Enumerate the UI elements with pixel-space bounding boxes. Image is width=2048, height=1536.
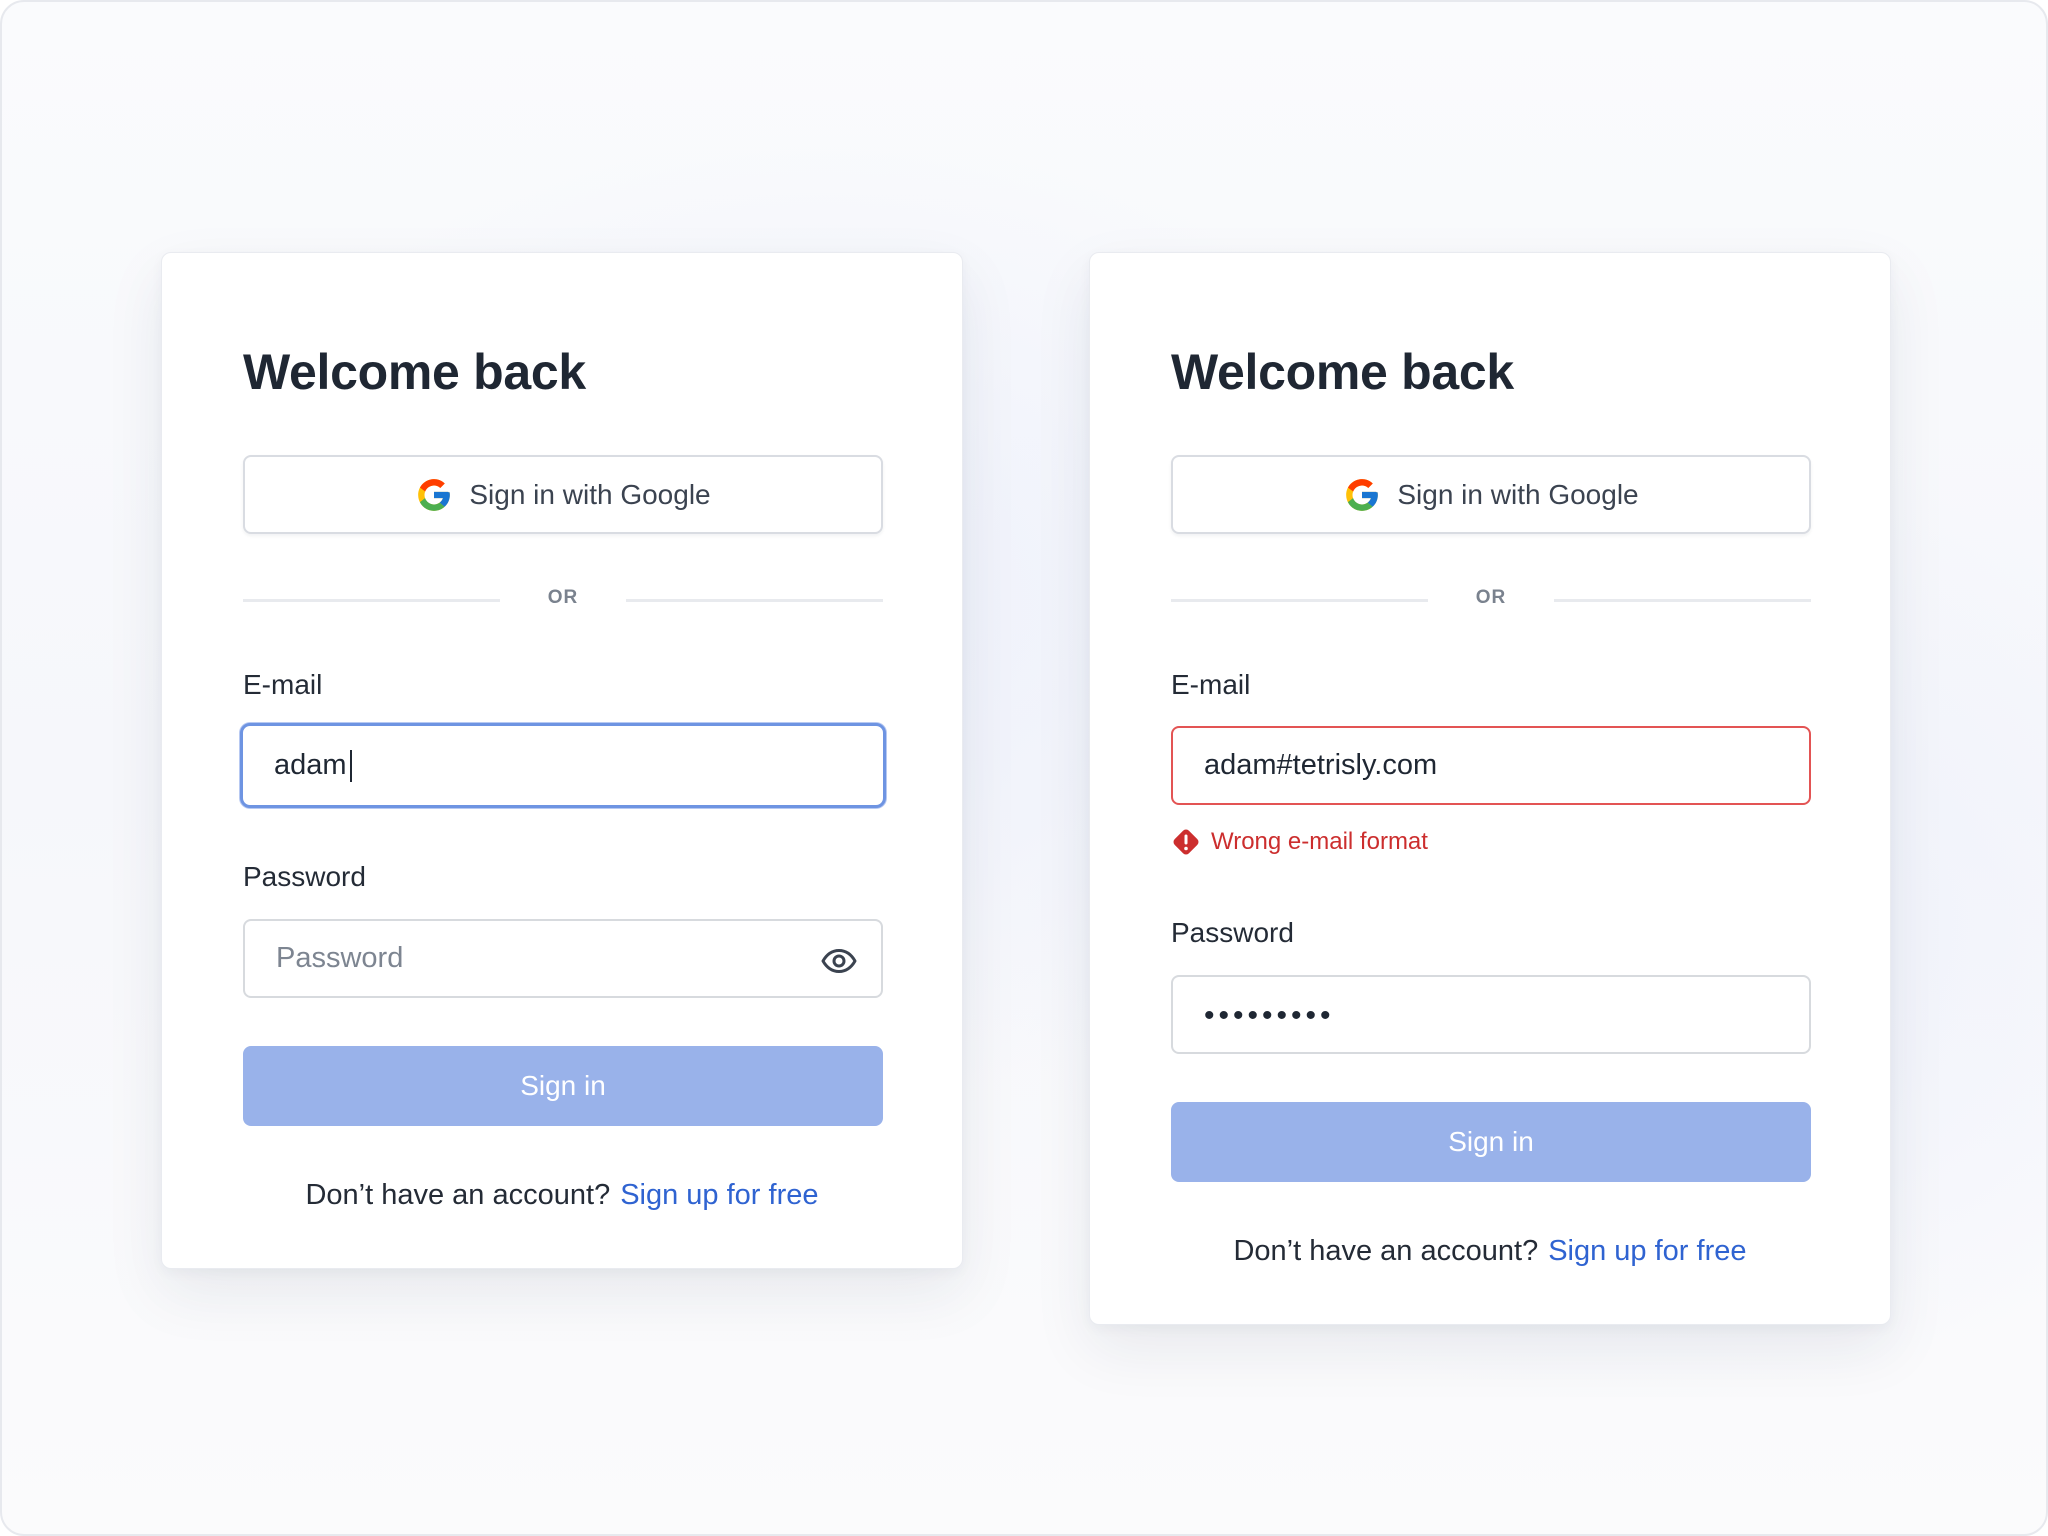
background-frame: Welcome back Sign in with Google OR E-ma…	[0, 0, 2048, 1536]
google-signin-button[interactable]: Sign in with Google	[1171, 455, 1811, 534]
signup-prompt: Don’t have an account? Sign up for free	[1090, 1235, 1890, 1268]
or-label: OR	[1475, 587, 1507, 608]
email-field[interactable]: adam	[240, 723, 886, 808]
eye-icon[interactable]	[819, 941, 859, 981]
email-value: adam	[274, 749, 347, 781]
signup-prompt-text: Don’t have an account?	[1233, 1235, 1539, 1267]
google-signin-button[interactable]: Sign in with Google	[243, 455, 883, 534]
email-label: E-mail	[1171, 669, 1251, 700]
email-value: adam#tetrisly.com	[1204, 749, 1438, 781]
email-error: Wrong e-mail format	[1171, 825, 1428, 859]
password-field[interactable]: Password	[243, 919, 883, 998]
signup-link[interactable]: Sign up for free	[1548, 1235, 1746, 1267]
signin-button[interactable]: Sign in	[1171, 1102, 1811, 1182]
email-label: E-mail	[243, 669, 323, 700]
or-divider: OR	[243, 585, 883, 615]
password-label: Password	[243, 861, 366, 892]
signup-link[interactable]: Sign up for free	[620, 1179, 818, 1211]
page-title: Welcome back	[243, 344, 586, 400]
google-signin-label: Sign in with Google	[469, 478, 711, 510]
page-title: Welcome back	[1171, 344, 1514, 400]
google-icon	[418, 478, 451, 511]
warning-icon	[1173, 829, 1199, 855]
or-label: OR	[547, 587, 579, 608]
password-field[interactable]: •••••••••	[1171, 975, 1811, 1054]
google-icon	[1346, 478, 1379, 511]
email-error-text: Wrong e-mail format	[1211, 828, 1428, 855]
text-caret	[349, 749, 352, 782]
email-field[interactable]: adam#tetrisly.com	[1171, 726, 1811, 805]
google-signin-label: Sign in with Google	[1397, 478, 1639, 510]
signup-prompt: Don’t have an account? Sign up for free	[162, 1179, 962, 1212]
divider-line-right	[626, 599, 883, 602]
login-card-error: Welcome back Sign in with Google OR E-ma…	[1089, 252, 1891, 1325]
password-label: Password	[1171, 917, 1294, 948]
login-card-focused: Welcome back Sign in with Google OR E-ma…	[161, 252, 963, 1269]
divider-line-right	[1554, 599, 1811, 602]
or-divider: OR	[1171, 585, 1811, 615]
signin-button[interactable]: Sign in	[243, 1046, 883, 1126]
signup-prompt-text: Don’t have an account?	[305, 1179, 611, 1211]
password-placeholder: Password	[276, 942, 404, 974]
password-value: •••••••••	[1204, 998, 1335, 1032]
